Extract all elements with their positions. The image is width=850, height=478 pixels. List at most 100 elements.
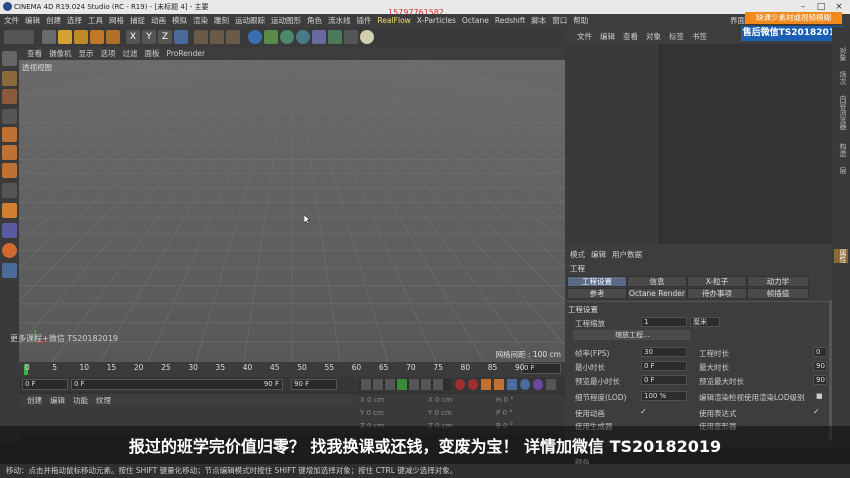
select-arrow-icon[interactable] — [42, 30, 56, 44]
menu-item-16[interactable]: RealFlow — [378, 16, 411, 25]
menu-item-13[interactable]: 角色 — [307, 15, 322, 26]
spline-pen-icon[interactable] — [264, 30, 278, 44]
menu-item-10[interactable]: 雕刻 — [214, 15, 229, 26]
object-menu-item-3[interactable]: 对象 — [646, 31, 661, 42]
tabs2-tab-0[interactable]: 参考 — [567, 288, 627, 299]
render-lod-checkbox[interactable]: ■ — [816, 392, 823, 400]
project-scale-unit-select[interactable]: 厘米 — [690, 317, 720, 327]
current-frame-field[interactable]: 0 F — [521, 363, 561, 374]
coord-p-rotation[interactable]: P 0 ° — [496, 409, 513, 417]
last-frame-icon[interactable] — [433, 379, 443, 390]
scale-project-button[interactable]: 缩放工程... — [573, 330, 690, 340]
coord-y-size[interactable]: Y 0 cm — [428, 409, 452, 417]
max-frame-input[interactable]: 90 F — [291, 379, 337, 390]
workplane-icon[interactable] — [2, 109, 17, 124]
render-region-icon[interactable] — [210, 30, 224, 44]
pla-key-icon[interactable] — [546, 379, 556, 390]
rotation-key-icon[interactable] — [520, 379, 530, 390]
floor-icon[interactable] — [328, 30, 342, 44]
sidebar-tab-4[interactable]: 层 — [834, 167, 848, 174]
next-key-icon[interactable] — [421, 379, 431, 390]
viewport-menu-item-2[interactable]: 显示 — [79, 48, 94, 59]
viewport-menu-item-1[interactable]: 摄像机 — [49, 48, 72, 59]
sidebar-tab-attributes[interactable]: 属性 — [834, 249, 848, 263]
coord-x-position[interactable]: X 0 cm — [360, 396, 384, 404]
menu-item-8[interactable]: 模拟 — [172, 15, 187, 26]
make-editable-icon[interactable] — [2, 51, 17, 66]
next-frame-icon[interactable] — [409, 379, 419, 390]
x-axis-button[interactable]: X — [126, 30, 140, 44]
menu-item-18[interactable]: Octane — [462, 16, 489, 25]
object-tags-column[interactable] — [660, 44, 832, 244]
parameter-key-icon[interactable] — [533, 379, 543, 390]
scale-key-icon[interactable] — [507, 379, 517, 390]
move-tool-icon[interactable] — [58, 30, 72, 44]
use-expression-checkbox[interactable]: ✓ — [813, 407, 820, 416]
viewport-menu-item-5[interactable]: 面板 — [145, 48, 160, 59]
snap-icon[interactable] — [2, 203, 17, 218]
menu-item-11[interactable]: 运动跟踪 — [235, 15, 265, 26]
perspective-viewport[interactable]: 透视视图 网格间距 : 100 cm — [19, 60, 565, 362]
polygons-mode-icon[interactable] — [2, 163, 17, 178]
first-frame-icon[interactable] — [361, 379, 371, 390]
menu-item-2[interactable]: 创建 — [46, 15, 61, 26]
menu-item-20[interactable]: 脚本 — [531, 15, 546, 26]
menu-item-0[interactable]: 文件 — [4, 15, 19, 26]
project-duration-input[interactable]: 0 — [813, 347, 827, 357]
light-icon[interactable] — [360, 30, 374, 44]
viewport-menu-item-0[interactable]: 查看 — [27, 48, 42, 59]
preview-max-input[interactable]: 90 — [813, 375, 827, 385]
tabs2-tab-3[interactable]: 帧插值 — [747, 288, 809, 299]
object-menu-item-5[interactable]: 书签 — [692, 31, 707, 42]
coord-y-position[interactable]: Y 0 cm — [360, 409, 384, 417]
scale-tool-icon[interactable] — [74, 30, 88, 44]
y-axis-button[interactable]: Y — [142, 30, 156, 44]
record-icon[interactable] — [455, 379, 465, 390]
coordinate-system-icon[interactable] — [174, 30, 188, 44]
tabs1-tab-1[interactable]: 信息 — [627, 276, 687, 287]
deformer-icon[interactable] — [312, 30, 326, 44]
points-mode-icon[interactable] — [2, 127, 17, 142]
use-animation-checkbox[interactable]: ✓ — [640, 407, 647, 416]
array-icon[interactable] — [296, 30, 310, 44]
object-menu-item-4[interactable]: 标签 — [669, 31, 684, 42]
prev-key-icon[interactable] — [373, 379, 383, 390]
viewport-menu-item-6[interactable]: ProRender — [167, 49, 206, 58]
menu-item-21[interactable]: 窗口 — [552, 15, 567, 26]
camera-icon[interactable] — [344, 30, 358, 44]
render-settings-icon[interactable] — [226, 30, 240, 44]
menu-item-7[interactable]: 动画 — [151, 15, 166, 26]
material-menu-item-1[interactable]: 编辑 — [50, 395, 65, 406]
fps-input[interactable]: 30 — [641, 347, 687, 357]
tabs2-tab-2[interactable]: 待办事项 — [687, 288, 747, 299]
tabs1-tab-2[interactable]: X-粒子 — [687, 276, 747, 287]
cube-primitive-icon[interactable] — [248, 30, 262, 44]
menu-item-17[interactable]: X-Particles — [417, 16, 456, 25]
menu-item-14[interactable]: 流水线 — [328, 15, 351, 26]
tabs1-tab-0[interactable]: 工程设置 — [567, 276, 627, 287]
viewport-menu-item-3[interactable]: 选项 — [101, 48, 116, 59]
lod-input[interactable]: 100 % — [641, 391, 687, 401]
viewport-menu-item-4[interactable]: 过滤 — [123, 48, 138, 59]
attribute-menu-item-0[interactable]: 模式 — [570, 249, 585, 260]
object-list[interactable] — [565, 44, 660, 244]
enable-snap-icon[interactable] — [2, 223, 17, 238]
attribute-menu-item-2[interactable]: 用户数据 — [612, 249, 642, 260]
material-menu-item-0[interactable]: 创建 — [27, 395, 42, 406]
texture-mode-icon[interactable] — [2, 89, 17, 104]
rotate-tool-icon[interactable] — [90, 30, 104, 44]
autokey-icon[interactable] — [468, 379, 478, 390]
nurbs-icon[interactable] — [280, 30, 294, 44]
sidebar-tab-0[interactable]: 对象 — [834, 47, 848, 61]
keyframe-selection-icon[interactable] — [481, 379, 491, 390]
play-icon[interactable] — [397, 379, 407, 390]
edges-mode-icon[interactable] — [2, 145, 17, 160]
tabs2-tab-1[interactable]: Octane Render — [627, 288, 687, 299]
object-menu-item-2[interactable]: 查看 — [623, 31, 638, 42]
frame-range-slider[interactable]: 0 F 90 F — [71, 379, 283, 390]
coord-x-size[interactable]: X 0 cm — [428, 396, 452, 404]
menu-item-12[interactable]: 运动图形 — [271, 15, 301, 26]
tabs1-tab-3[interactable]: 动力学 — [747, 276, 809, 287]
max-time-input[interactable]: 90 — [813, 361, 827, 371]
menu-item-5[interactable]: 网格 — [109, 15, 124, 26]
